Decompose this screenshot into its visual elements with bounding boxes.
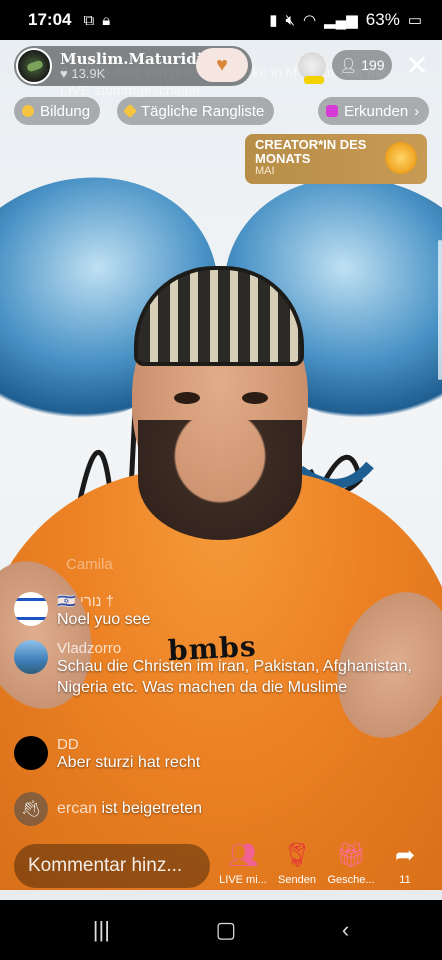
chip-daily-ranking[interactable]: Tägliche Rangliste <box>117 97 275 125</box>
diamond-icon <box>122 103 138 119</box>
send-rose-button[interactable]: 🌹︎ Senden <box>270 840 324 887</box>
host-likes: ♥ 13.9K <box>60 66 202 82</box>
comment-user: 🇮🇱 נורי † <box>57 593 115 610</box>
comment-text: ist beigetreten <box>101 799 202 817</box>
wave-icon: 👋︎ <box>14 792 48 826</box>
comment-text: Aber sturzi hat recht <box>57 754 201 771</box>
chip-label: Bildung <box>40 102 91 120</box>
chevron-right-icon: › <box>414 102 420 120</box>
follow-button[interactable]: ♥ <box>196 48 248 82</box>
viewer-count-text: 199 <box>361 57 385 73</box>
comment-body: 🇮🇱 נורי † Noel yuo see <box>57 592 150 631</box>
signal-icon: ▂▄▆ <box>324 12 358 29</box>
screenshot-icon: ⧉ <box>83 11 95 29</box>
comment-user: DD <box>57 736 79 753</box>
chip-label: Tägliche Rangliste <box>141 102 265 120</box>
share-button[interactable]: ➦ 11 <box>378 840 432 887</box>
comment-user: ercan <box>57 799 98 817</box>
share-icon: ➦ <box>394 841 416 869</box>
share-count: 11 <box>399 874 411 886</box>
chip-label: Erkunden <box>344 102 409 120</box>
comment-text: Noel yuo see <box>57 611 151 628</box>
comment-body: ercan ist beigetreten <box>57 799 202 820</box>
heart-plus-icon: ♥ <box>216 53 228 76</box>
status-bar: 17:04 ⧉ 🔒︎ ▮ 🔇︎ ◠ ▂▄▆ 63% ▭ <box>0 0 442 40</box>
chip-explore[interactable]: Erkunden › <box>318 97 430 125</box>
top-viewer-avatar[interactable] <box>296 50 328 84</box>
comment-avatar[interactable] <box>14 592 48 626</box>
action-label: Senden <box>278 874 316 886</box>
battery-icon: ▭ <box>407 12 422 29</box>
status-time: 17:04 <box>28 10 72 29</box>
comment-body: DD Aber sturzi hat recht <box>57 736 200 774</box>
bottom-action-bar: Kommentar hinz... 👥︎ LIVE mi... 🌹︎ Sende… <box>0 838 442 900</box>
battery-percent: 63% <box>365 10 400 29</box>
comment-user: Vladzorro <box>57 640 122 657</box>
host-likes-count: 13.9K <box>71 66 106 82</box>
back-icon[interactable]: ‹ <box>342 917 349 943</box>
category-chips: Bildung Tägliche Rangliste Erkunden › <box>14 97 436 125</box>
comment-avatar[interactable] <box>14 640 48 674</box>
action-label: LIVE mi... <box>219 874 267 886</box>
host-avatar[interactable] <box>16 48 52 84</box>
comment-input[interactable]: Kommentar hinz... <box>14 844 210 888</box>
comment-item: DD Aber sturzi hat recht <box>14 736 200 774</box>
live-with-button[interactable]: 👥︎ LIVE mi... <box>216 840 270 887</box>
comment-item: Camila <box>57 556 113 573</box>
lock-icon: 🔒︎ <box>102 11 111 29</box>
system-nav-bar: ||| ▢ ‹ <box>0 900 442 960</box>
hexagon-icon <box>326 105 338 117</box>
comment-item: 👋︎ ercan ist beigetreten <box>14 792 202 826</box>
mute-icon: 🔇︎ <box>285 11 295 29</box>
close-icon[interactable]: ✕ <box>402 50 432 81</box>
comment-avatar[interactable] <box>14 736 48 770</box>
people-icon: 👥︎ <box>227 841 259 869</box>
action-label: Gesche... <box>327 874 375 886</box>
creator-of-month-card[interactable]: CREATOR*IN DES MONATS MAI <box>245 134 427 184</box>
status-notification-icons: ⧉ 🔒︎ <box>83 12 110 29</box>
badge-icon <box>22 105 34 117</box>
status-right: ▮ 🔇︎ ◠ ▂▄▆ 63% ▭ <box>269 10 422 30</box>
host-info: Muslim.Maturidi ♥ 13.9K <box>60 51 202 82</box>
comment-body: Camila <box>66 556 113 573</box>
recent-apps-icon[interactable]: ||| <box>93 917 110 943</box>
person-eye-right <box>242 392 268 404</box>
rose-icon: 🌹︎ <box>281 841 313 869</box>
creator-card-title: CREATOR*IN DES MONATS <box>255 137 367 166</box>
gift-button[interactable]: 🎁︎ Gesche... <box>324 840 378 887</box>
medal-icon <box>385 142 417 174</box>
comment-body: Vladzorro Schau die Christen im iran, Pa… <box>57 640 419 699</box>
battery-saver-icon: ▮ <box>269 12 278 29</box>
person-beard <box>138 420 302 540</box>
person-icon: 👤︎ <box>339 56 358 73</box>
comment-text: Schau die Christen im iran, Pakistan, Af… <box>57 658 412 696</box>
host-name: Muslim.Maturidi <box>60 49 203 68</box>
comment-item: 🇮🇱 נורי † Noel yuo see <box>14 592 150 631</box>
viewer-count[interactable]: 👤︎ 199 <box>332 50 392 80</box>
side-panel-handle[interactable] <box>438 240 442 380</box>
home-icon[interactable]: ▢ <box>216 917 237 943</box>
person-eye-left <box>174 392 200 404</box>
gift-icon: 🎁︎ <box>335 841 367 869</box>
chip-bildung[interactable]: Bildung <box>14 97 101 125</box>
comment-user: Camila <box>66 556 113 573</box>
comment-item: Vladzorro Schau die Christen im iran, Pa… <box>14 640 419 699</box>
heart-icon: ♥ <box>60 66 72 82</box>
wifi-icon: ◠ <box>302 12 317 29</box>
